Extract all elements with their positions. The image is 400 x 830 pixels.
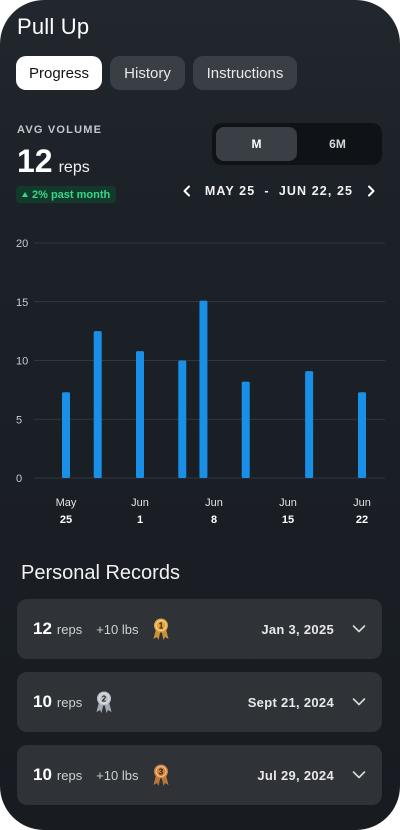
x-tick-month: Jun: [353, 497, 371, 509]
avg-volume-value: 12 reps: [17, 143, 90, 180]
previous-range-button[interactable]: [180, 184, 194, 198]
date-range-navigator: MAY 25 - JUN 22, 25: [180, 182, 378, 200]
chevron-down-icon[interactable]: [352, 624, 366, 634]
tab-instructions[interactable]: Instructions: [193, 56, 297, 90]
chart-bar[interactable]: [305, 371, 314, 478]
page-title: Pull Up: [17, 14, 90, 39]
medal-rank: 1: [158, 622, 163, 631]
period-month-button[interactable]: M: [216, 127, 297, 161]
record-reps: 10: [33, 692, 52, 711]
record-date: Jan 3, 2025: [261, 621, 334, 637]
y-tick-label: 5: [16, 414, 22, 426]
record-reps: 12: [33, 619, 52, 638]
period-toggle: M 6M: [212, 123, 382, 165]
bronze-medal-icon: 3: [153, 764, 169, 786]
medal-rank: 2: [102, 695, 107, 704]
x-tick-month: Jun: [131, 497, 149, 509]
chevron-left-icon: [183, 185, 190, 197]
chart-bar[interactable]: [241, 381, 250, 478]
personal-record-card[interactable]: 10 reps +10 lbs 3 Jul 29, 2024: [17, 745, 382, 805]
personal-record-card[interactable]: 10 reps 2 Sept 21, 2024: [17, 672, 382, 732]
x-tick-month: Jun: [279, 497, 297, 509]
avg-volume-unit: reps: [58, 159, 90, 176]
chevron-down-icon[interactable]: [352, 697, 366, 707]
x-tick-date: 8: [211, 514, 217, 526]
record-extra-weight: +10 lbs: [96, 767, 139, 783]
x-tick-date: 15: [282, 514, 294, 526]
y-tick-label: 15: [16, 297, 28, 309]
chart-bar[interactable]: [136, 351, 144, 478]
trend-badge: 2% past month: [16, 186, 117, 203]
chart-bar[interactable]: [199, 300, 208, 478]
y-tick-label: 20: [16, 238, 28, 250]
personal-record-card[interactable]: 12 reps +10 lbs 1 Jan 3, 2025: [17, 599, 382, 659]
chart-bar[interactable]: [358, 392, 366, 478]
x-tick-date: 1: [137, 514, 143, 526]
record-reps-unit: reps: [56, 621, 83, 637]
record-date: Jul 29, 2024: [257, 767, 334, 783]
record-reps-unit: reps: [56, 694, 83, 710]
personal-records-title: Personal Records: [21, 562, 180, 584]
record-extra-weight: +10 lbs: [96, 621, 139, 637]
x-tick-month: May: [56, 497, 77, 509]
tab-bar: Progress History Instructions: [16, 56, 297, 90]
avg-volume-label: AVG VOLUME: [17, 124, 103, 136]
x-tick-date: 22: [356, 514, 368, 526]
x-tick-month: Jun: [205, 497, 223, 509]
trend-up-icon: [22, 192, 28, 197]
y-tick-label: 0: [16, 473, 22, 485]
volume-bar-chart: 0 5 10 15 20 May 25 Jun 1 Jun 8 Jun 15 Jun 22: [16, 238, 385, 526]
gold-medal-icon: 1: [153, 618, 169, 640]
record-date: Sept 21, 2024: [247, 694, 334, 710]
x-tick-date: 25: [60, 514, 72, 526]
tab-history[interactable]: History: [110, 56, 185, 90]
avg-volume-number: 12: [17, 143, 53, 179]
chevron-down-icon[interactable]: [352, 770, 366, 780]
chart-bar[interactable]: [62, 392, 70, 478]
chart-bar[interactable]: [178, 360, 187, 479]
next-range-button[interactable]: [364, 184, 378, 198]
date-range-text: MAY 25 - JUN 22, 25: [204, 184, 354, 198]
period-6-month-button[interactable]: 6M: [297, 127, 378, 161]
record-reps: 10: [33, 765, 52, 784]
app-screen: Pull Up Progress History Instructions AV…: [0, 0, 400, 830]
record-reps-unit: reps: [56, 767, 83, 783]
silver-medal-icon: 2: [96, 691, 112, 713]
medal-rank: 3: [158, 768, 163, 777]
chevron-right-icon: [367, 185, 375, 197]
y-tick-label: 10: [16, 356, 28, 368]
tab-progress[interactable]: Progress: [16, 56, 102, 90]
trend-text: 2% past month: [32, 188, 111, 201]
chart-bar[interactable]: [93, 331, 102, 478]
